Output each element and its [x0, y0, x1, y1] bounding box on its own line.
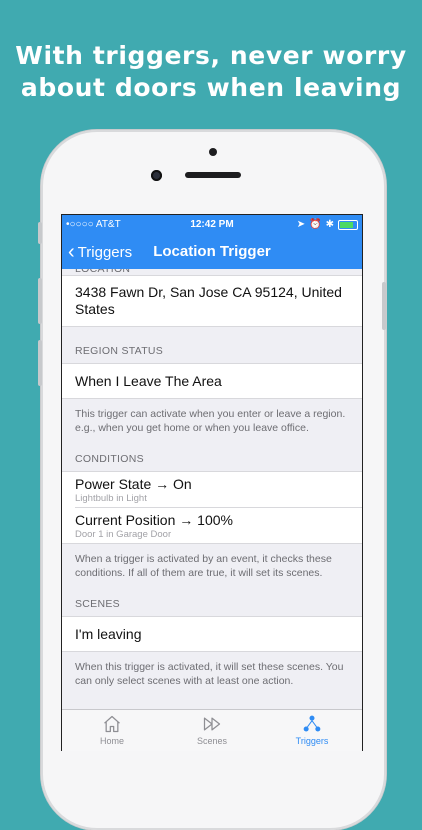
- chevron-left-icon: ‹: [68, 241, 75, 263]
- condition-subtitle: Door 1 in Garage Door: [75, 529, 172, 540]
- conditions-note: When a trigger is activated by an event,…: [75, 553, 332, 579]
- tab-triggers[interactable]: Triggers: [262, 710, 362, 751]
- location-arrow-icon: ➤: [296, 219, 306, 230]
- region-status-header: REGION STATUS: [75, 345, 164, 357]
- trigger-detail-list: LOCATION 3438 Fawn Dr, San Jose CA 95124…: [62, 269, 362, 688]
- tab-triggers-label: Triggers: [295, 736, 329, 746]
- status-right-icons: ➤ ⏰ ✱: [297, 215, 358, 235]
- condition-title: Power State → On: [75, 476, 192, 492]
- conditions-group: Power State → On Lightbulb in Light Curr…: [62, 471, 362, 544]
- mute-switch: [38, 222, 42, 244]
- back-button-label: Triggers: [77, 243, 133, 261]
- earpiece-speaker: [185, 172, 241, 178]
- condition-title: Current Position → 100%: [75, 512, 233, 528]
- alarm-icon: ⏰: [309, 219, 322, 230]
- tab-bar: Home Scenes Triggers: [62, 709, 362, 751]
- house-icon: [104, 715, 120, 733]
- triggers-icon: [303, 715, 321, 732]
- status-bar: •○○○○ AT&T 12:42 PM ➤ ⏰ ✱: [62, 215, 362, 235]
- condition-subtitle: Lightbulb in Light: [75, 493, 147, 504]
- phone-screen: •○○○○ AT&T 12:42 PM ➤ ⏰ ✱ ‹ Triggers Loc…: [61, 214, 363, 751]
- tab-home-label: Home: [99, 736, 124, 746]
- front-camera: [151, 170, 162, 181]
- condition-row[interactable]: Current Position → 100% Door 1 in Garage…: [62, 508, 362, 543]
- back-button[interactable]: ‹ Triggers: [68, 235, 132, 269]
- battery-icon: [338, 220, 358, 230]
- scene-row[interactable]: I'm leaving: [62, 616, 362, 652]
- conditions-header: CONDITIONS: [75, 453, 144, 465]
- location-address-cell[interactable]: 3438 Fawn Dr, San Jose CA 95124, United …: [62, 275, 362, 327]
- navigation-bar: ‹ Triggers Location Trigger: [62, 235, 362, 269]
- headline-line-1: With triggers, never worry: [15, 41, 407, 70]
- tab-scenes-label: Scenes: [196, 736, 228, 746]
- region-status-note: This trigger can activate when you enter…: [75, 408, 346, 434]
- volume-down-button: [38, 340, 42, 386]
- play-forward-icon: [203, 717, 221, 731]
- tab-home[interactable]: Home: [62, 710, 162, 751]
- tab-scenes[interactable]: Scenes: [162, 710, 262, 751]
- power-button: [382, 282, 386, 330]
- headline-line-2: about doors when leaving: [20, 73, 402, 102]
- region-status-value: When I Leave The Area: [75, 373, 222, 389]
- proximity-sensor: [209, 148, 217, 156]
- volume-up-button: [38, 278, 42, 324]
- scenes-note: When this trigger is activated, it will …: [75, 661, 344, 687]
- scene-name: I'm leaving: [75, 626, 142, 642]
- scenes-header: SCENES: [75, 598, 120, 610]
- marketing-headline: With triggers, never worry about doors w…: [0, 40, 422, 104]
- condition-row[interactable]: Power State → On Lightbulb in Light: [62, 472, 362, 507]
- region-status-cell[interactable]: When I Leave The Area: [62, 363, 362, 399]
- bluetooth-icon: ✱: [325, 219, 334, 230]
- location-address: 3438 Fawn Dr, San Jose CA 95124, United …: [75, 284, 342, 317]
